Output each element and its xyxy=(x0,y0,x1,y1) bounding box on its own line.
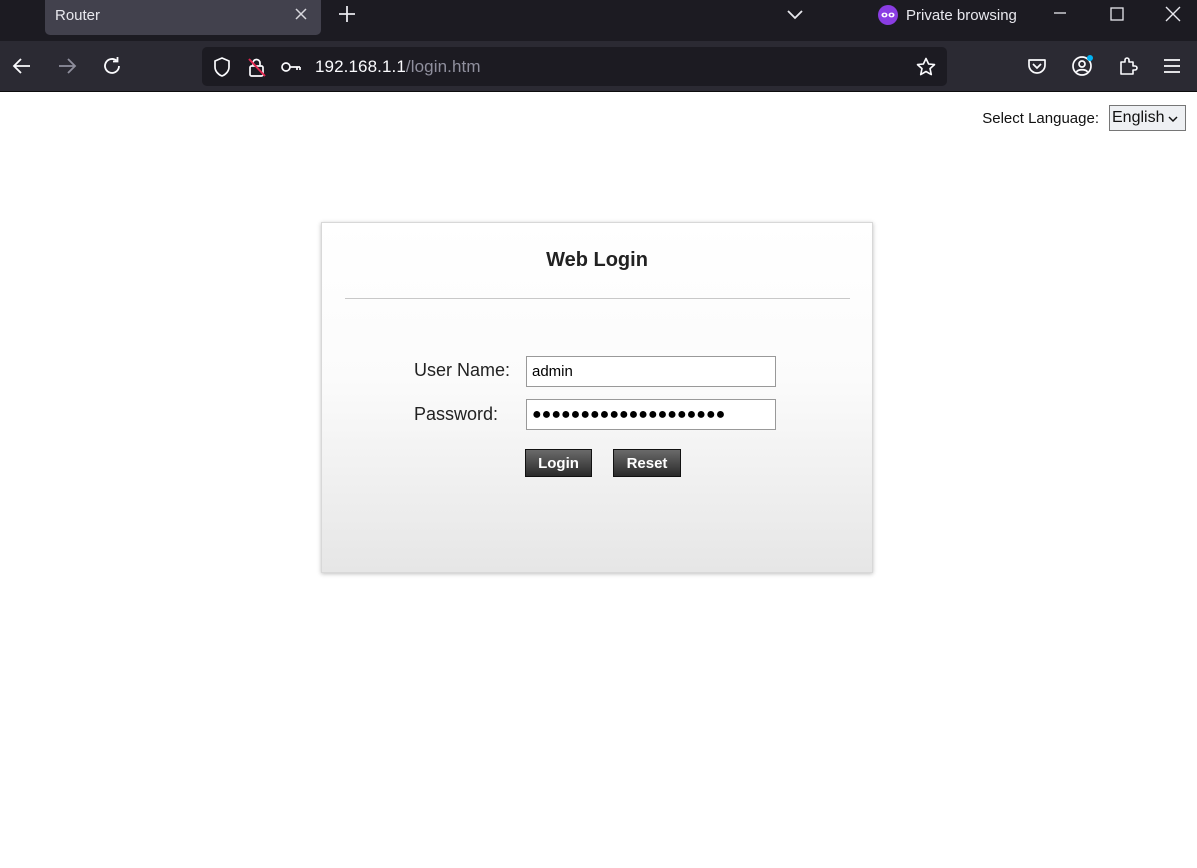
tab-title: Router xyxy=(55,7,101,24)
list-all-tabs-icon[interactable] xyxy=(785,4,805,24)
reload-icon[interactable] xyxy=(100,54,124,78)
account-icon[interactable] xyxy=(1070,54,1094,78)
language-label: Select Language: xyxy=(982,109,1099,127)
password-input[interactable]: ●●●●●●●●●●●●●●●●●●●● xyxy=(526,399,776,430)
new-tab-icon[interactable] xyxy=(336,3,358,25)
browser-tab[interactable]: Router xyxy=(45,0,321,35)
close-window-icon[interactable] xyxy=(1161,2,1185,26)
chevron-down-icon xyxy=(1167,112,1179,124)
language-select-value: English xyxy=(1112,109,1165,126)
extensions-icon[interactable] xyxy=(1116,54,1140,78)
username-label: User Name: xyxy=(414,360,511,380)
password-label: Password: xyxy=(414,404,499,424)
shield-icon[interactable] xyxy=(211,56,233,78)
bookmark-star-icon[interactable] xyxy=(915,56,937,78)
forward-arrow-icon[interactable] xyxy=(55,54,79,78)
private-mask-icon xyxy=(878,5,898,25)
login-panel: Web Login User Name: admin Password: ●●●… xyxy=(321,222,873,573)
close-tab-icon[interactable] xyxy=(291,4,311,24)
navigation-toolbar: 192.168.1.1/login.htm xyxy=(0,41,1197,92)
key-icon[interactable] xyxy=(280,56,302,78)
private-browsing-indicator: Private browsing xyxy=(878,4,1017,26)
pocket-icon[interactable] xyxy=(1025,54,1049,78)
login-button[interactable]: Login xyxy=(525,449,592,477)
minimize-icon[interactable] xyxy=(1048,2,1072,26)
username-input[interactable]: admin xyxy=(526,356,776,387)
insecure-lock-icon[interactable] xyxy=(246,56,268,78)
url-text: 192.168.1.1/login.htm xyxy=(315,57,481,77)
reset-button[interactable]: Reset xyxy=(613,449,681,477)
url-path: /login.htm xyxy=(405,57,481,76)
language-selector-group: Select Language: English xyxy=(982,105,1186,131)
tab-bar: Router Private browsing xyxy=(0,0,1197,41)
url-host: 192.168.1.1 xyxy=(315,57,406,76)
title-divider xyxy=(345,298,850,299)
private-browsing-label: Private browsing xyxy=(906,6,1017,24)
maximize-icon[interactable] xyxy=(1105,2,1129,26)
menu-icon[interactable] xyxy=(1160,54,1184,78)
back-arrow-icon[interactable] xyxy=(10,54,34,78)
language-select[interactable]: English xyxy=(1109,105,1186,131)
address-bar[interactable]: 192.168.1.1/login.htm xyxy=(202,47,947,86)
page-title: Web Login xyxy=(546,249,648,271)
